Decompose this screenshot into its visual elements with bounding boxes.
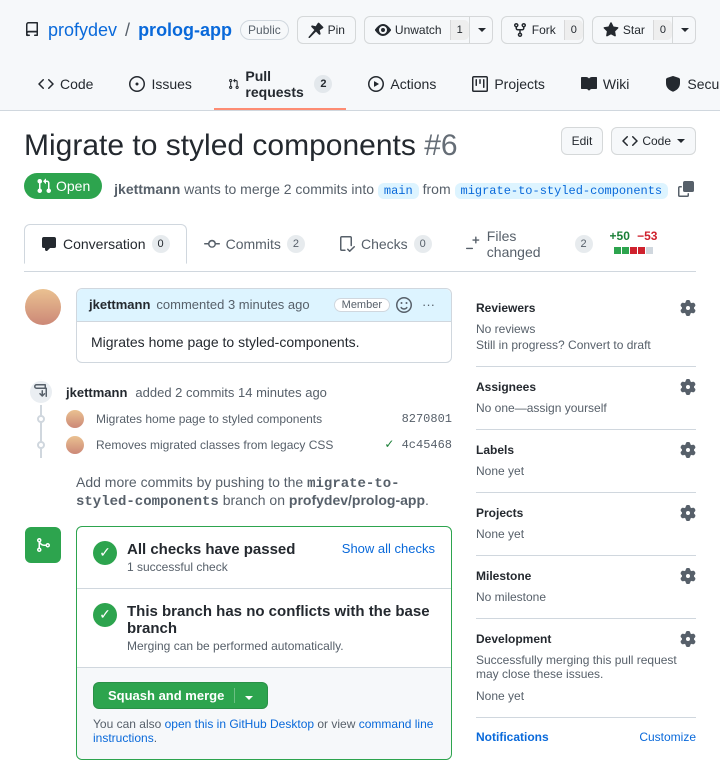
repo-link[interactable]: prolog-app: [138, 20, 232, 41]
repo-title: profydev / prolog-app Public: [24, 20, 289, 41]
diffstat: +50 −53: [610, 219, 696, 268]
shield-icon: [665, 76, 681, 92]
pr-icon: [36, 178, 52, 194]
owner-link[interactable]: profydev: [48, 20, 117, 41]
projects-icon: [472, 76, 488, 92]
tab-commits[interactable]: Commits2: [187, 224, 322, 264]
merge-box: ✓ All checks have passed 1 successful ch…: [76, 526, 452, 760]
comment: jkettmann commented 3 minutes ago Member…: [76, 288, 452, 363]
tab-conversation[interactable]: Conversation0: [24, 224, 187, 264]
gear-icon[interactable]: [680, 442, 696, 458]
timeline-event: jkettmann added 2 commits 14 minutes ago: [66, 379, 452, 406]
code-icon: [622, 133, 638, 149]
gear-icon[interactable]: [680, 379, 696, 395]
commit-icon: [204, 236, 220, 252]
pr-icon: [228, 76, 239, 92]
merge-icon: [25, 527, 61, 563]
book-icon: [581, 76, 597, 92]
code-dropdown[interactable]: Code: [611, 127, 696, 155]
eye-icon: [375, 22, 391, 38]
avatar: [66, 410, 84, 428]
pr-title: Migrate to styled components #6: [24, 127, 458, 165]
nav-code[interactable]: Code: [24, 68, 107, 102]
pin-button[interactable]: Pin: [297, 16, 356, 44]
comment-icon: [41, 236, 57, 252]
unwatch-button[interactable]: Unwatch1: [364, 16, 470, 44]
nav-pulls[interactable]: Pull requests2: [214, 60, 346, 110]
star-icon: [603, 22, 619, 38]
nav-wiki[interactable]: Wiki: [567, 68, 643, 102]
avatar: [66, 436, 84, 454]
nav-projects[interactable]: Projects: [458, 68, 559, 102]
commit-item[interactable]: Removes migrated classes from legacy CSS…: [66, 432, 452, 458]
edit-button[interactable]: Edit: [561, 127, 604, 155]
issues-icon: [129, 76, 145, 92]
pr-meta: Open jkettmann wants to merge 2 commits …: [24, 173, 696, 199]
push-note: Add more commits by pushing to the migra…: [76, 474, 452, 510]
repo-push-icon: [33, 384, 49, 400]
nav-issues[interactable]: Issues: [115, 68, 205, 102]
gear-icon[interactable]: [680, 505, 696, 521]
star-button[interactable]: Star0: [592, 16, 673, 44]
checklist-icon: [339, 236, 355, 252]
gear-icon[interactable]: [680, 631, 696, 647]
customize-link[interactable]: Customize: [639, 730, 696, 744]
check-icon: ✓: [93, 603, 117, 627]
fork-button[interactable]: Fork0: [501, 16, 584, 44]
show-all-checks-link[interactable]: Show all checks: [342, 541, 435, 556]
smiley-icon[interactable]: [396, 297, 412, 313]
repo-icon: [24, 22, 40, 38]
gear-icon[interactable]: [680, 568, 696, 584]
pin-icon: [308, 22, 324, 38]
desktop-link[interactable]: open this in GitHub Desktop: [165, 717, 314, 731]
play-icon: [368, 76, 384, 92]
star-dropdown[interactable]: [673, 16, 696, 44]
unwatch-dropdown[interactable]: [470, 16, 493, 44]
code-icon: [38, 76, 54, 92]
visibility-badge: Public: [240, 20, 289, 40]
notifications-link[interactable]: Notifications: [476, 730, 549, 744]
nav-actions[interactable]: Actions: [354, 68, 450, 102]
nav-security[interactable]: Security: [651, 68, 720, 102]
check-icon: ✓: [93, 541, 117, 565]
squash-merge-button[interactable]: Squash and merge: [93, 682, 268, 709]
gear-icon[interactable]: [680, 300, 696, 316]
fork-icon: [512, 22, 528, 38]
commit-item[interactable]: Migrates home page to styled components8…: [66, 406, 452, 432]
diff-icon: [466, 236, 481, 252]
comment-menu[interactable]: ···: [418, 297, 439, 312]
tab-files[interactable]: Files changed2: [449, 217, 610, 271]
avatar[interactable]: [25, 289, 61, 325]
copy-icon[interactable]: [678, 181, 694, 197]
tab-checks[interactable]: Checks0: [322, 224, 449, 264]
